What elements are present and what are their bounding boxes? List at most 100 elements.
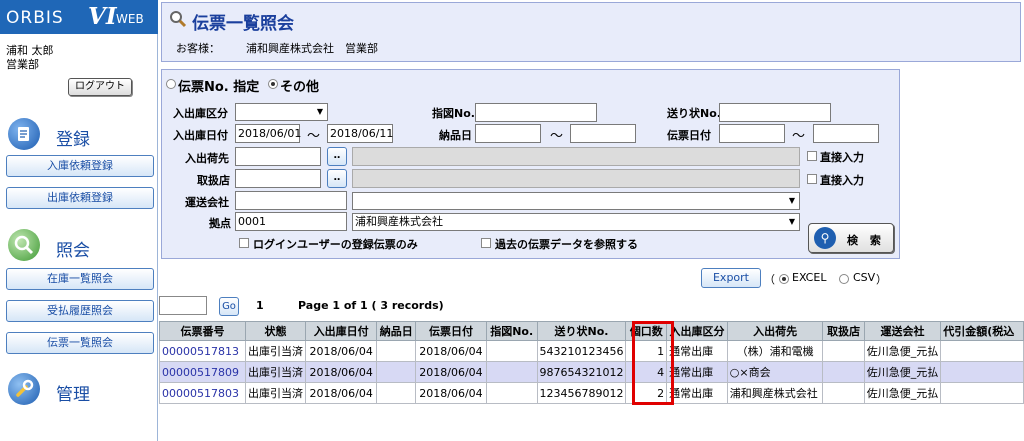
page-number-input[interactable] (159, 296, 207, 315)
export-open-paren: （ (764, 273, 775, 286)
consignee-lookup-button[interactable]: ‥ (327, 147, 347, 166)
cell-slip-no[interactable]: 00000517809 (159, 361, 246, 383)
slip-date-to-input[interactable] (813, 124, 879, 143)
nav-history[interactable]: 受払履歴照会 (6, 300, 154, 322)
dealer-code-input[interactable] (235, 169, 321, 188)
mode-radio-slip-no[interactable] (166, 79, 176, 89)
logout-button[interactable]: ログアウト (68, 78, 132, 96)
col-header-package-count[interactable]: 個口数 (625, 321, 668, 341)
cell-dealer (822, 340, 865, 362)
consignee-name-input[interactable] (352, 147, 800, 166)
inout-type-select[interactable]: ▼ (235, 103, 328, 121)
tracking-no-label: 送り状No. (667, 107, 721, 120)
nav-outbound-request[interactable]: 出庫依頼登録 (6, 187, 154, 209)
cell-tracking-no: 987654321012 (536, 361, 627, 383)
section-admin-label: 管理 (56, 385, 90, 405)
cell-carrier: 佐川急便_元払 (863, 361, 942, 383)
cell-carrier: 佐川急便_元払 (863, 382, 942, 404)
col-header-instruction-no[interactable]: 指図No. (485, 321, 538, 341)
cell-consignee: （株）浦和電機 (726, 340, 824, 362)
cell-inout-date: 2018/06/04 (304, 361, 378, 383)
current-page: 1 (256, 299, 264, 312)
cell-slip-no[interactable]: 00000517803 (159, 382, 246, 404)
section-inquiry-label: 照会 (56, 241, 90, 261)
cell-carrier: 佐川急便_元払 (863, 340, 942, 362)
cell-instruction-no (485, 340, 538, 362)
tracking-no-input[interactable] (719, 103, 831, 122)
mode-radio-other[interactable] (268, 79, 278, 89)
cell-instruction-no (485, 382, 538, 404)
nav-stock-list[interactable]: 在庫一覧照会 (6, 268, 154, 290)
past-data-checkbox[interactable] (481, 238, 491, 248)
col-header-carrier[interactable]: 運送会社 (863, 321, 942, 341)
cell-slip-date: 2018/06/04 (415, 340, 487, 362)
brand-logo[interactable]: ORBIS VI WEB (0, 0, 158, 34)
cell-delivery-date (376, 340, 417, 362)
col-header-cod-amount[interactable]: 代引金額(税込 (940, 321, 1024, 341)
consignee-direct-input-checkbox[interactable] (807, 151, 817, 161)
delivery-date-to-input[interactable] (570, 124, 636, 143)
mode-other-label: その他 (280, 80, 320, 95)
export-csv-label: CSV (853, 271, 876, 284)
nav-inbound-request[interactable]: 入庫依頼登録 (6, 155, 154, 177)
page-header: 伝票一覧照会 お客様： 浦和興産株式会社 営業部 (161, 2, 1021, 62)
search-button[interactable]: ⚲ 検 索 (808, 223, 894, 253)
col-header-tracking-no[interactable]: 送り状No. (536, 321, 627, 341)
consignee-direct-input-label: 直接入力 (820, 151, 864, 164)
dealer-direct-input-checkbox[interactable] (807, 174, 817, 184)
go-button[interactable]: Go (219, 297, 239, 316)
cell-inout-type: 通常出庫 (666, 382, 728, 404)
carrier-select[interactable]: ▼ (352, 192, 800, 210)
base-select[interactable]: 浦和興産株式会社 ▼ (352, 213, 800, 231)
nav-slip-list[interactable]: 伝票一覧照会 (6, 332, 154, 354)
magnifier-icon (169, 10, 187, 31)
inout-type-label: 入出庫区分 (173, 107, 228, 120)
range-separator: ～ (550, 129, 564, 144)
range-separator: ～ (792, 129, 806, 144)
inout-date-from-input[interactable]: 2018/06/01 (235, 124, 301, 143)
cell-delivery-date (376, 382, 417, 404)
col-header-inout-date[interactable]: 入出庫日付 (304, 321, 378, 341)
export-csv-radio[interactable] (839, 274, 849, 284)
col-header-dealer[interactable]: 取扱店 (822, 321, 865, 341)
carrier-code-input[interactable] (235, 191, 347, 210)
register-icon (8, 118, 40, 150)
export-excel-radio[interactable] (779, 274, 789, 284)
cell-cod-amount (940, 361, 1024, 383)
col-header-slip-no[interactable]: 伝票番号 (159, 321, 246, 341)
inout-date-to-input[interactable]: 2018/06/11 (327, 124, 393, 143)
chevron-down-icon: ▼ (788, 196, 795, 205)
chevron-down-icon: ▼ (788, 217, 795, 226)
page-summary: Page 1 of 1 ( 3 records) (298, 299, 444, 312)
delivery-date-from-input[interactable] (475, 124, 541, 143)
cell-package-count: 4 (625, 361, 668, 383)
cell-status: 出庫引当済 (244, 382, 306, 404)
table-row[interactable]: 00000517813 出庫引当済 2018/06/04 2018/06/04 … (159, 340, 1024, 362)
cell-consignee: 浦和興産株式会社 (726, 382, 824, 404)
table-row[interactable]: 00000517803 出庫引当済 2018/06/04 2018/06/04 … (159, 382, 1024, 404)
cell-slip-no[interactable]: 00000517813 (159, 340, 246, 362)
instruction-no-input[interactable] (475, 103, 597, 122)
cell-inout-date: 2018/06/04 (304, 382, 378, 404)
dealer-lookup-button[interactable]: ‥ (327, 169, 347, 188)
col-header-slip-date[interactable]: 伝票日付 (415, 321, 487, 341)
col-header-delivery-date[interactable]: 納品日 (376, 321, 417, 341)
brand-orbis: ORBIS (6, 8, 64, 28)
cell-inout-type: 通常出庫 (666, 340, 728, 362)
col-header-inout-type[interactable]: 入出庫区分 (666, 321, 728, 341)
export-close-paren: ） (876, 273, 887, 286)
table-row[interactable]: 00000517809 出庫引当済 2018/06/04 2018/06/04 … (159, 361, 1024, 383)
export-button[interactable]: Export (701, 268, 761, 288)
slip-date-from-input[interactable] (719, 124, 785, 143)
dealer-name-input[interactable] (352, 169, 800, 188)
cell-consignee: ○×商会 (726, 361, 824, 383)
col-header-status[interactable]: 状態 (244, 321, 306, 341)
base-code-input[interactable]: 0001 (235, 212, 347, 231)
customer-label: お客様： (176, 42, 220, 55)
col-header-consignee[interactable]: 入出荷先 (726, 321, 824, 341)
cell-package-count: 2 (625, 382, 668, 404)
consignee-code-input[interactable] (235, 147, 321, 166)
admin-wrench-icon (8, 373, 40, 405)
cell-cod-amount (940, 382, 1024, 404)
login-user-only-checkbox[interactable] (239, 238, 249, 248)
